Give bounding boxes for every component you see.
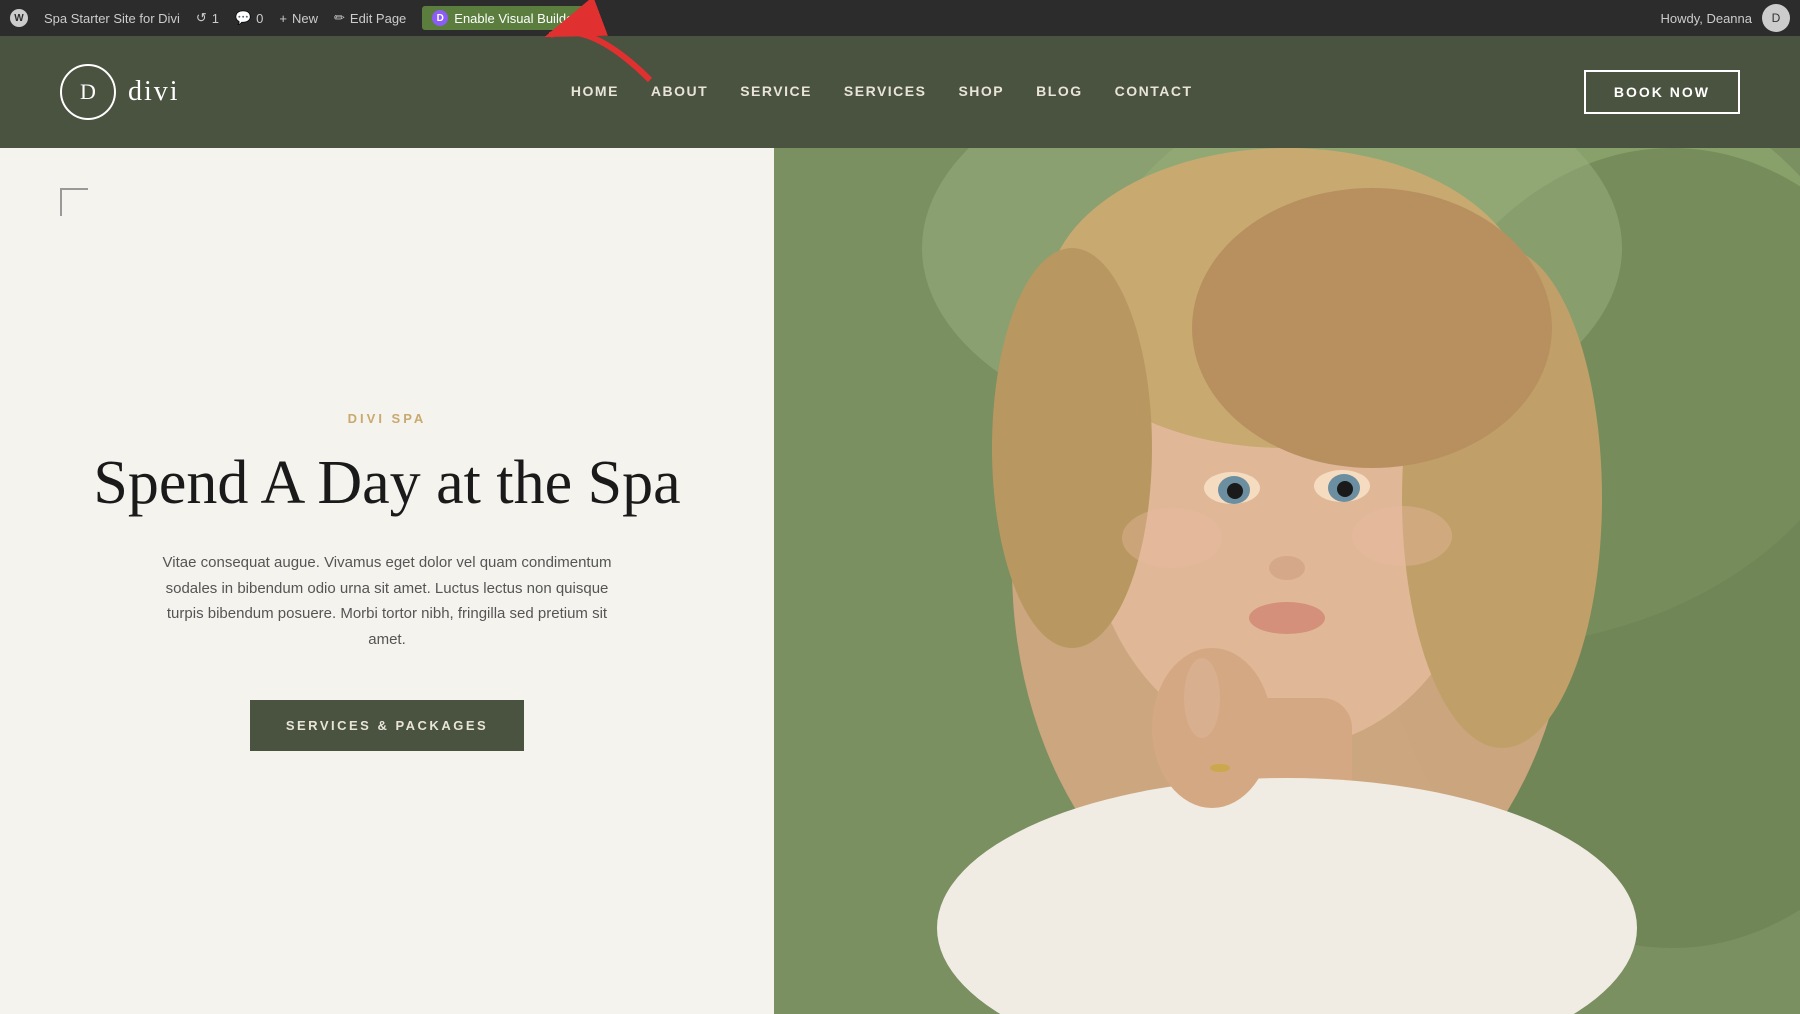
hero-photo: [774, 148, 1800, 1014]
revisions-icon: ↺: [196, 10, 207, 26]
wp-logo-item[interactable]: W: [10, 9, 28, 27]
nav-item-services[interactable]: SERVICES: [844, 83, 927, 101]
nav-link-home[interactable]: HOME: [571, 83, 619, 99]
nav-link-about[interactable]: ABOUT: [651, 83, 708, 99]
book-now-button[interactable]: BOOK NOW: [1584, 70, 1740, 114]
nav-item-service[interactable]: SERVICE: [740, 83, 812, 101]
logo-circle-icon: D: [60, 64, 116, 120]
hero-image-panel: [774, 148, 1800, 1014]
site-name-item[interactable]: Spa Starter Site for Divi: [44, 11, 180, 26]
nav-link-services[interactable]: SERVICES: [844, 83, 927, 99]
services-button-label: SERVICES & PACKAGES: [286, 718, 488, 733]
logo-letter: D: [80, 79, 96, 105]
nav-item-blog[interactable]: BLOG: [1036, 83, 1082, 101]
nav-item-contact[interactable]: CONTACT: [1115, 83, 1193, 101]
edit-page-label: Edit Page: [350, 11, 406, 26]
admin-bar: W Spa Starter Site for Divi ↺ 1 💬 0 + Ne…: [0, 0, 1800, 36]
revisions-count: 1: [212, 11, 219, 26]
pencil-icon: ✏: [334, 10, 345, 26]
admin-bar-right: Howdy, Deanna D: [1660, 4, 1790, 32]
nav-item-about[interactable]: ABOUT: [651, 83, 708, 101]
nav-menu: HOME ABOUT SERVICE SERVICES SHOP BLOG CO…: [571, 83, 1193, 101]
comments-icon: 💬: [235, 10, 251, 26]
site-name: Spa Starter Site for Divi: [44, 11, 180, 26]
hero-description: Vitae consequat augue. Vivamus eget dolo…: [147, 550, 627, 652]
divi-logo-icon: D: [432, 10, 448, 26]
comments-count: 0: [256, 11, 263, 26]
enable-visual-builder-button[interactable]: D Enable Visual Builder: [422, 6, 587, 30]
hero-left-panel: DIVI SPA Spend A Day at the Spa Vitae co…: [0, 148, 774, 1014]
nav-link-shop[interactable]: SHOP: [958, 83, 1004, 99]
new-label: New: [292, 11, 318, 26]
hero-title: Spend A Day at the Spa: [93, 446, 680, 520]
nav-item-shop[interactable]: SHOP: [958, 83, 1004, 101]
nav-item-home[interactable]: HOME: [571, 83, 619, 101]
services-packages-button[interactable]: SERVICES & PACKAGES: [250, 700, 524, 751]
hero-section: DIVI SPA Spend A Day at the Spa Vitae co…: [0, 148, 1800, 1014]
wordpress-logo-icon: W: [10, 9, 28, 27]
new-item[interactable]: + New: [279, 11, 318, 26]
hero-subtitle: DIVI SPA: [348, 411, 427, 426]
nav-link-contact[interactable]: CONTACT: [1115, 83, 1193, 99]
howdy-text: Howdy, Deanna: [1660, 11, 1752, 26]
revisions-item[interactable]: ↺ 1: [196, 10, 219, 26]
hero-portrait-illustration: [774, 148, 1800, 1014]
plus-icon: +: [279, 11, 287, 26]
corner-decoration-icon: [60, 188, 88, 216]
nav-link-blog[interactable]: BLOG: [1036, 83, 1082, 99]
book-now-label: BOOK NOW: [1614, 84, 1710, 100]
edit-page-item[interactable]: ✏ Edit Page: [334, 10, 406, 26]
site-logo[interactable]: D divi: [60, 64, 180, 120]
logo-text: divi: [128, 76, 180, 108]
site-navigation: D divi HOME ABOUT SERVICE SERVICES SHOP …: [0, 36, 1800, 148]
avatar[interactable]: D: [1762, 4, 1790, 32]
comments-item[interactable]: 💬 0: [235, 10, 263, 26]
enable-builder-label: Enable Visual Builder: [454, 11, 577, 26]
nav-link-service[interactable]: SERVICE: [740, 83, 812, 99]
